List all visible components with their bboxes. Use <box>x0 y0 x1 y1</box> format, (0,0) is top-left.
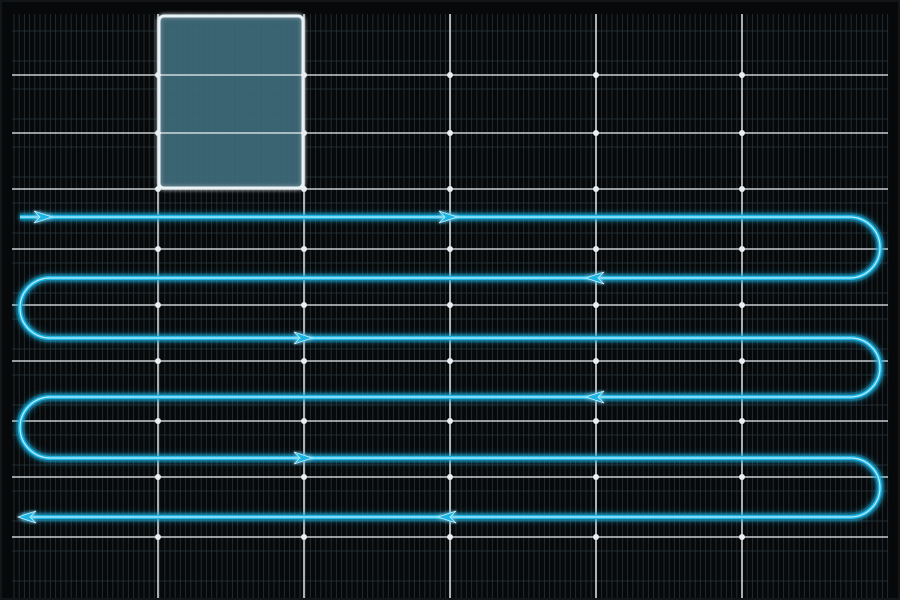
grid-node <box>301 186 307 192</box>
grid-node <box>739 534 745 540</box>
grid-node <box>155 358 161 364</box>
grid-node <box>447 302 453 308</box>
grid-node <box>301 418 307 424</box>
flow-arrows <box>16 210 605 524</box>
grid-node <box>447 130 453 136</box>
grid-node <box>739 302 745 308</box>
grid-node <box>301 474 307 480</box>
grid-node <box>155 418 161 424</box>
white-grid <box>12 14 888 598</box>
grid-node <box>593 474 599 480</box>
grid-node <box>739 418 745 424</box>
grid-node <box>155 474 161 480</box>
grid-node <box>447 186 453 192</box>
grid-node <box>447 534 453 540</box>
solar-panel-diagram <box>0 0 900 600</box>
grid-node <box>739 474 745 480</box>
grid-node <box>739 186 745 192</box>
grid-node <box>301 130 307 136</box>
grid-node <box>301 358 307 364</box>
grid-node <box>593 130 599 136</box>
grid-node <box>301 72 307 78</box>
grid-node <box>301 246 307 252</box>
highlighted-cell <box>157 14 305 190</box>
grid-node <box>739 130 745 136</box>
grid-node <box>447 72 453 78</box>
grid-node <box>447 418 453 424</box>
grid-node <box>593 302 599 308</box>
grid-node <box>301 302 307 308</box>
grid-node <box>739 358 745 364</box>
grid-node <box>155 130 161 136</box>
grid-node <box>155 302 161 308</box>
grid-node <box>447 246 453 252</box>
grid-node <box>593 246 599 252</box>
grid-node <box>739 72 745 78</box>
grid-node <box>155 186 161 192</box>
grid-node <box>593 534 599 540</box>
grid-node <box>447 358 453 364</box>
grid-node <box>739 246 745 252</box>
grid-node <box>155 72 161 78</box>
grid-node <box>593 358 599 364</box>
grid-node <box>155 246 161 252</box>
grid-node <box>447 474 453 480</box>
highlighted-cell-block <box>157 14 305 190</box>
grid-node <box>301 534 307 540</box>
grid-node <box>155 534 161 540</box>
grid-node <box>593 72 599 78</box>
solar-panel-svg <box>0 0 900 600</box>
grid-node <box>593 418 599 424</box>
grid-node <box>593 186 599 192</box>
